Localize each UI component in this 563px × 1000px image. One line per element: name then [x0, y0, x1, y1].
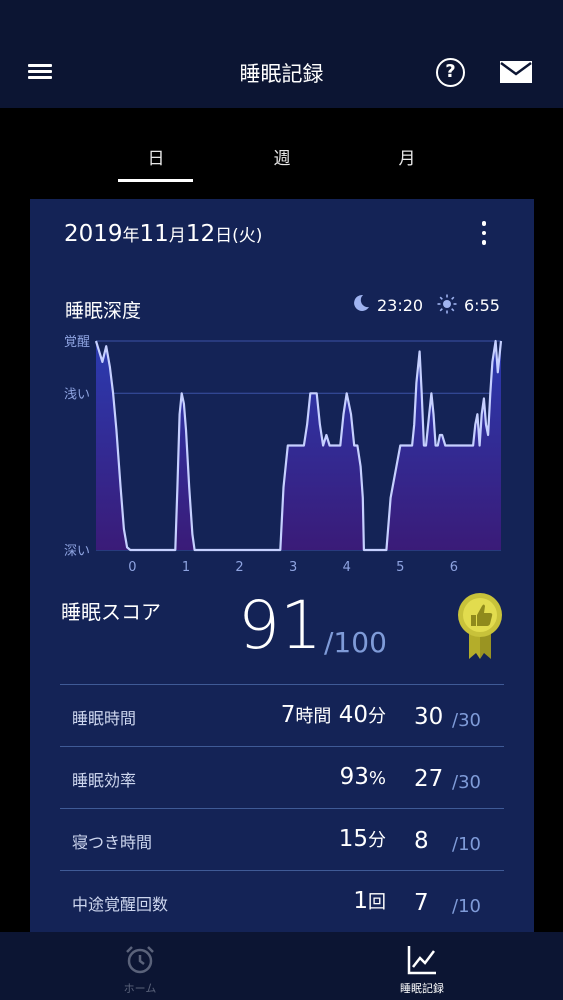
metric-unit: 時間 [295, 706, 332, 727]
sleep-depth-chart: 覚醒浅い深い 0 1 2 3 4 5 6 [30, 334, 534, 579]
metric-max: /30 [452, 710, 481, 731]
date-weekday: (火) [232, 226, 263, 246]
chart-level-label: 浅い [64, 387, 90, 402]
date-year: 2019 [64, 221, 123, 247]
alarm-clock-icon [126, 946, 154, 974]
date-month: 11 [139, 221, 169, 247]
metric-unit: % [368, 768, 386, 789]
metric-points: 27 [414, 766, 444, 792]
chart-x-tick-label: 1 [182, 560, 190, 575]
sleep-score-value: 91 [238, 587, 322, 664]
period-tabs: 日 週 月 [0, 108, 563, 186]
sleep-depth-title: 睡眠深度 [65, 300, 142, 322]
metric-label: 睡眠効率 [72, 771, 137, 790]
metric-unit: 分 [368, 830, 386, 851]
tab-day[interactable]: 日 [116, 144, 196, 169]
metric-max: /10 [452, 896, 481, 917]
bedtime-value: 23:20 [377, 296, 424, 315]
metric-row-sleep-efficiency: 睡眠効率 93% 27 /30 [60, 746, 504, 808]
metric-row-wake-count: 中途覚醒回数 1回 7 /10 [60, 870, 504, 932]
date-day: 12 [185, 221, 216, 247]
metric-points: 7 [414, 890, 429, 916]
sun-icon [437, 294, 457, 314]
chart-x-tick-label: 6 [450, 560, 458, 575]
line-chart-icon [407, 946, 436, 975]
tab-week[interactable]: 週 [242, 144, 322, 169]
metric-number: 7 [280, 702, 296, 728]
page-title: 睡眠記録 [239, 62, 324, 86]
date-month-unit: 月 [168, 226, 186, 246]
date-year-unit: 年 [122, 226, 140, 246]
nav-home-label: ホーム [123, 982, 157, 995]
metric-number: 40 [338, 702, 368, 728]
chart-x-tick-label: 3 [289, 560, 297, 575]
metric-points: 30 [414, 704, 444, 730]
sleep-score-max: /100 [324, 626, 387, 659]
moon-icon [354, 294, 369, 311]
nav-sleep-records-label: 睡眠記録 [400, 982, 444, 995]
date-day-unit: 日 [215, 226, 233, 246]
metric-max: /30 [452, 772, 481, 793]
metric-value: 93% [340, 764, 386, 790]
tab-month[interactable]: 月 [367, 144, 447, 169]
metric-number: 93 [339, 764, 369, 790]
metric-row-sleep-latency: 寝つき時間 15分 8 /10 [60, 808, 504, 870]
sleep-record-card: 2019年11月12日(火) 睡眠深度 23:20 6:55 覚醒 浅い 深い 0 1 2… [30, 199, 534, 939]
metric-unit: 分 [368, 706, 386, 727]
metric-number: 1 [353, 888, 368, 914]
sleep-score-label: 睡眠スコア [61, 600, 161, 624]
metric-value: 15分 [339, 826, 386, 852]
chart-x-tick-label: 5 [396, 560, 404, 575]
chart-level-label: 深い [64, 544, 90, 559]
nav-sleep-records[interactable]: 睡眠記録 [352, 932, 492, 1000]
metric-label: 寝つき時間 [72, 833, 153, 852]
metric-value: 7時間 40分 [281, 702, 386, 728]
record-date: 2019年11月12日(火) [64, 221, 262, 247]
chart-x-tick-label: 4 [343, 560, 351, 575]
mail-icon[interactable] [500, 61, 532, 83]
waketime-value: 6:55 [464, 296, 500, 315]
metric-points: 8 [414, 828, 429, 854]
app-header: 睡眠記録 ? [0, 0, 563, 108]
more-options-icon[interactable] [480, 221, 488, 249]
chart-level-label: 覚醒 [64, 335, 90, 350]
metric-max: /10 [452, 834, 481, 855]
bottom-navigation: ホーム 睡眠記録 [0, 932, 563, 1000]
thumbs-up-medal-icon [458, 593, 502, 659]
metric-label: 中途覚醒回数 [72, 895, 169, 914]
metric-value: 1回 [353, 888, 386, 914]
sleep-depth-chart-svg: 覚醒浅い深い 0 1 2 3 4 5 6 [64, 335, 503, 575]
chart-x-tick-label: 2 [235, 560, 243, 575]
tab-selected-indicator [118, 179, 193, 182]
metric-number: 15 [338, 826, 368, 852]
metric-label: 睡眠時間 [72, 709, 137, 728]
nav-home[interactable]: ホーム [70, 932, 210, 1000]
help-icon[interactable]: ? [436, 58, 465, 87]
metric-unit: 回 [368, 892, 386, 913]
metric-row-sleep-duration: 睡眠時間 7時間 40分 30 /30 [60, 684, 504, 746]
chart-x-tick-label: 0 [128, 560, 136, 575]
